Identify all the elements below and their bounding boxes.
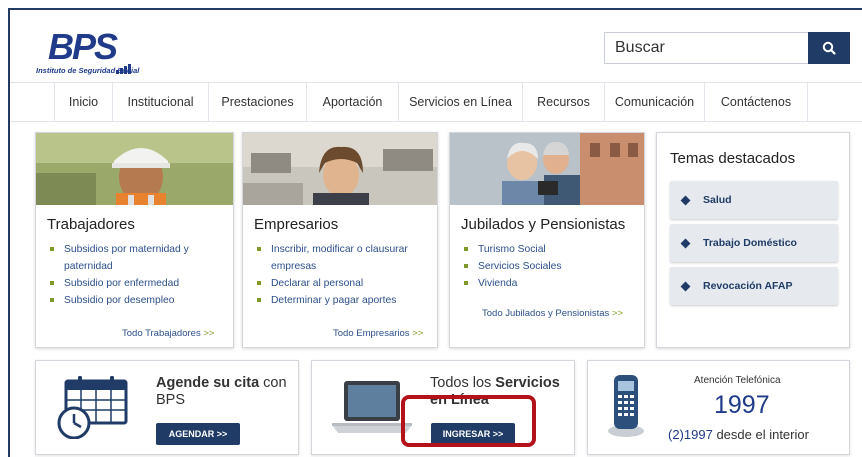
todo-empresarios-link[interactable]: Todo Empresarios >> <box>333 328 423 339</box>
link-subsidios-maternidad[interactable]: Subsidios por maternidad y paternidad <box>50 241 230 275</box>
card-links: Inscribir, modificar o clausurar empresa… <box>257 241 433 309</box>
agendar-button[interactable]: AGENDAR >> <box>156 423 240 445</box>
more-label: Todo Empresarios <box>333 328 410 339</box>
todo-trabajadores-link[interactable]: Todo Trabajadores >> <box>122 328 214 339</box>
tema-trabajo-domestico-button[interactable]: Trabajo Doméstico <box>670 224 838 262</box>
nav-contactenos[interactable]: Contáctenos <box>704 83 808 121</box>
phone-number[interactable]: 1997 <box>714 391 770 420</box>
interior-code[interactable]: (2)1997 <box>668 427 713 442</box>
search-input[interactable] <box>605 33 809 63</box>
temas-destacados-panel: Temas destacados Salud Trabajo Doméstico… <box>656 132 850 348</box>
search-box <box>604 32 850 64</box>
logo-bars-icon <box>116 56 136 74</box>
card-trabajadores: Trabajadores Subsidios por maternidad y … <box>35 132 234 348</box>
card-empresarios: Empresarios Inscribir, modificar o claus… <box>242 132 438 348</box>
link-vivienda[interactable]: Vivienda <box>464 275 640 292</box>
tema-salud-button[interactable]: Salud <box>670 181 838 219</box>
search-icon <box>822 41 836 55</box>
card-title: Empresarios <box>254 216 339 233</box>
interior-text: desde el interior <box>716 427 809 442</box>
calendar-clock-icon <box>57 376 128 439</box>
tema-label: Trabajo Doméstico <box>703 237 797 249</box>
link-servicios-sociales[interactable]: Servicios Sociales <box>464 258 640 275</box>
retirees-photo[interactable] <box>450 133 644 205</box>
atencion-label: Atención Telefónica <box>694 375 781 386</box>
main-nav: Inicio Institucional Prestaciones Aporta… <box>10 82 862 122</box>
card-title: Jubilados y Pensionistas <box>461 216 626 233</box>
nav-recursos[interactable]: Recursos <box>522 83 604 121</box>
highlight-annotation <box>401 395 536 447</box>
phone-icon <box>608 375 644 437</box>
diamond-bullet-icon <box>680 281 691 291</box>
agenda-title-bold: Agende su cita <box>156 375 260 391</box>
search-button[interactable] <box>808 32 850 64</box>
more-arrow: >> <box>203 328 215 339</box>
servicios-title-bold: Servicios <box>495 375 560 391</box>
card-title: Trabajadores <box>47 216 135 233</box>
laptop-icon <box>332 381 412 433</box>
agenda-title-rest: con <box>263 375 287 391</box>
nav-servicios-en-linea[interactable]: Servicios en Línea <box>398 83 522 121</box>
worker-photo[interactable] <box>36 133 233 205</box>
card-jubilados: Jubilados y Pensionistas Turismo Social … <box>449 132 645 348</box>
servicios-title-pre: Todos los <box>430 375 492 391</box>
businesswoman-photo[interactable] <box>243 133 437 205</box>
browser-frame: BPS Instituto de Seguridad Social Inicio… <box>8 8 862 457</box>
phone-interior: (2)1997 desde el interior <box>668 427 809 442</box>
nav-comunicacion[interactable]: Comunicación <box>604 83 704 121</box>
more-label: Todo Jubilados y Pensionistas <box>482 308 610 319</box>
link-turismo-social[interactable]: Turismo Social <box>464 241 640 258</box>
link-subsidio-desempleo[interactable]: Subsidio por desempleo <box>50 292 230 309</box>
agenda-box: Agende su cita con BPS AGENDAR >> <box>35 360 299 455</box>
todo-jubilados-link[interactable]: Todo Jubilados y Pensionistas >> <box>482 308 623 319</box>
nav-aportacion[interactable]: Aportación <box>306 83 398 121</box>
atencion-box: Atención Telefónica 1997 (2)1997 desde e… <box>587 360 850 455</box>
temas-title: Temas destacados <box>670 150 796 167</box>
more-arrow: >> <box>412 328 424 339</box>
agenda-title: Agende su cita con BPS <box>156 375 287 409</box>
nav-prestaciones[interactable]: Prestaciones <box>208 83 306 121</box>
more-label: Todo Trabajadores <box>122 328 201 339</box>
bps-logo[interactable]: BPS Instituto de Seguridad Social <box>36 26 156 78</box>
card-links: Turismo Social Servicios Sociales Vivien… <box>464 241 640 292</box>
diamond-bullet-icon <box>680 238 691 248</box>
tema-label: Salud <box>703 194 732 206</box>
card-links: Subsidios por maternidad y paternidad Su… <box>50 241 230 309</box>
link-subsidio-enfermedad[interactable]: Subsidio por enfermedad <box>50 275 230 292</box>
tema-label: Revocación AFAP <box>703 280 793 292</box>
nav-inicio[interactable]: Inicio <box>54 83 112 121</box>
tema-revocacion-afap-button[interactable]: Revocación AFAP <box>670 267 838 305</box>
diamond-bullet-icon <box>680 195 691 205</box>
logo-mark: BPS <box>48 26 118 67</box>
agenda-title-line2: BPS <box>156 392 186 408</box>
link-declarar-personal[interactable]: Declarar al personal <box>257 275 433 292</box>
more-arrow: >> <box>611 308 624 319</box>
link-inscribir-empresas[interactable]: Inscribir, modificar o clausurar empresa… <box>257 241 433 275</box>
logo-subtitle: Instituto de Seguridad Social <box>36 66 140 75</box>
link-pagar-aportes[interactable]: Determinar y pagar aportes <box>257 292 433 309</box>
nav-institucional[interactable]: Institucional <box>112 83 208 121</box>
